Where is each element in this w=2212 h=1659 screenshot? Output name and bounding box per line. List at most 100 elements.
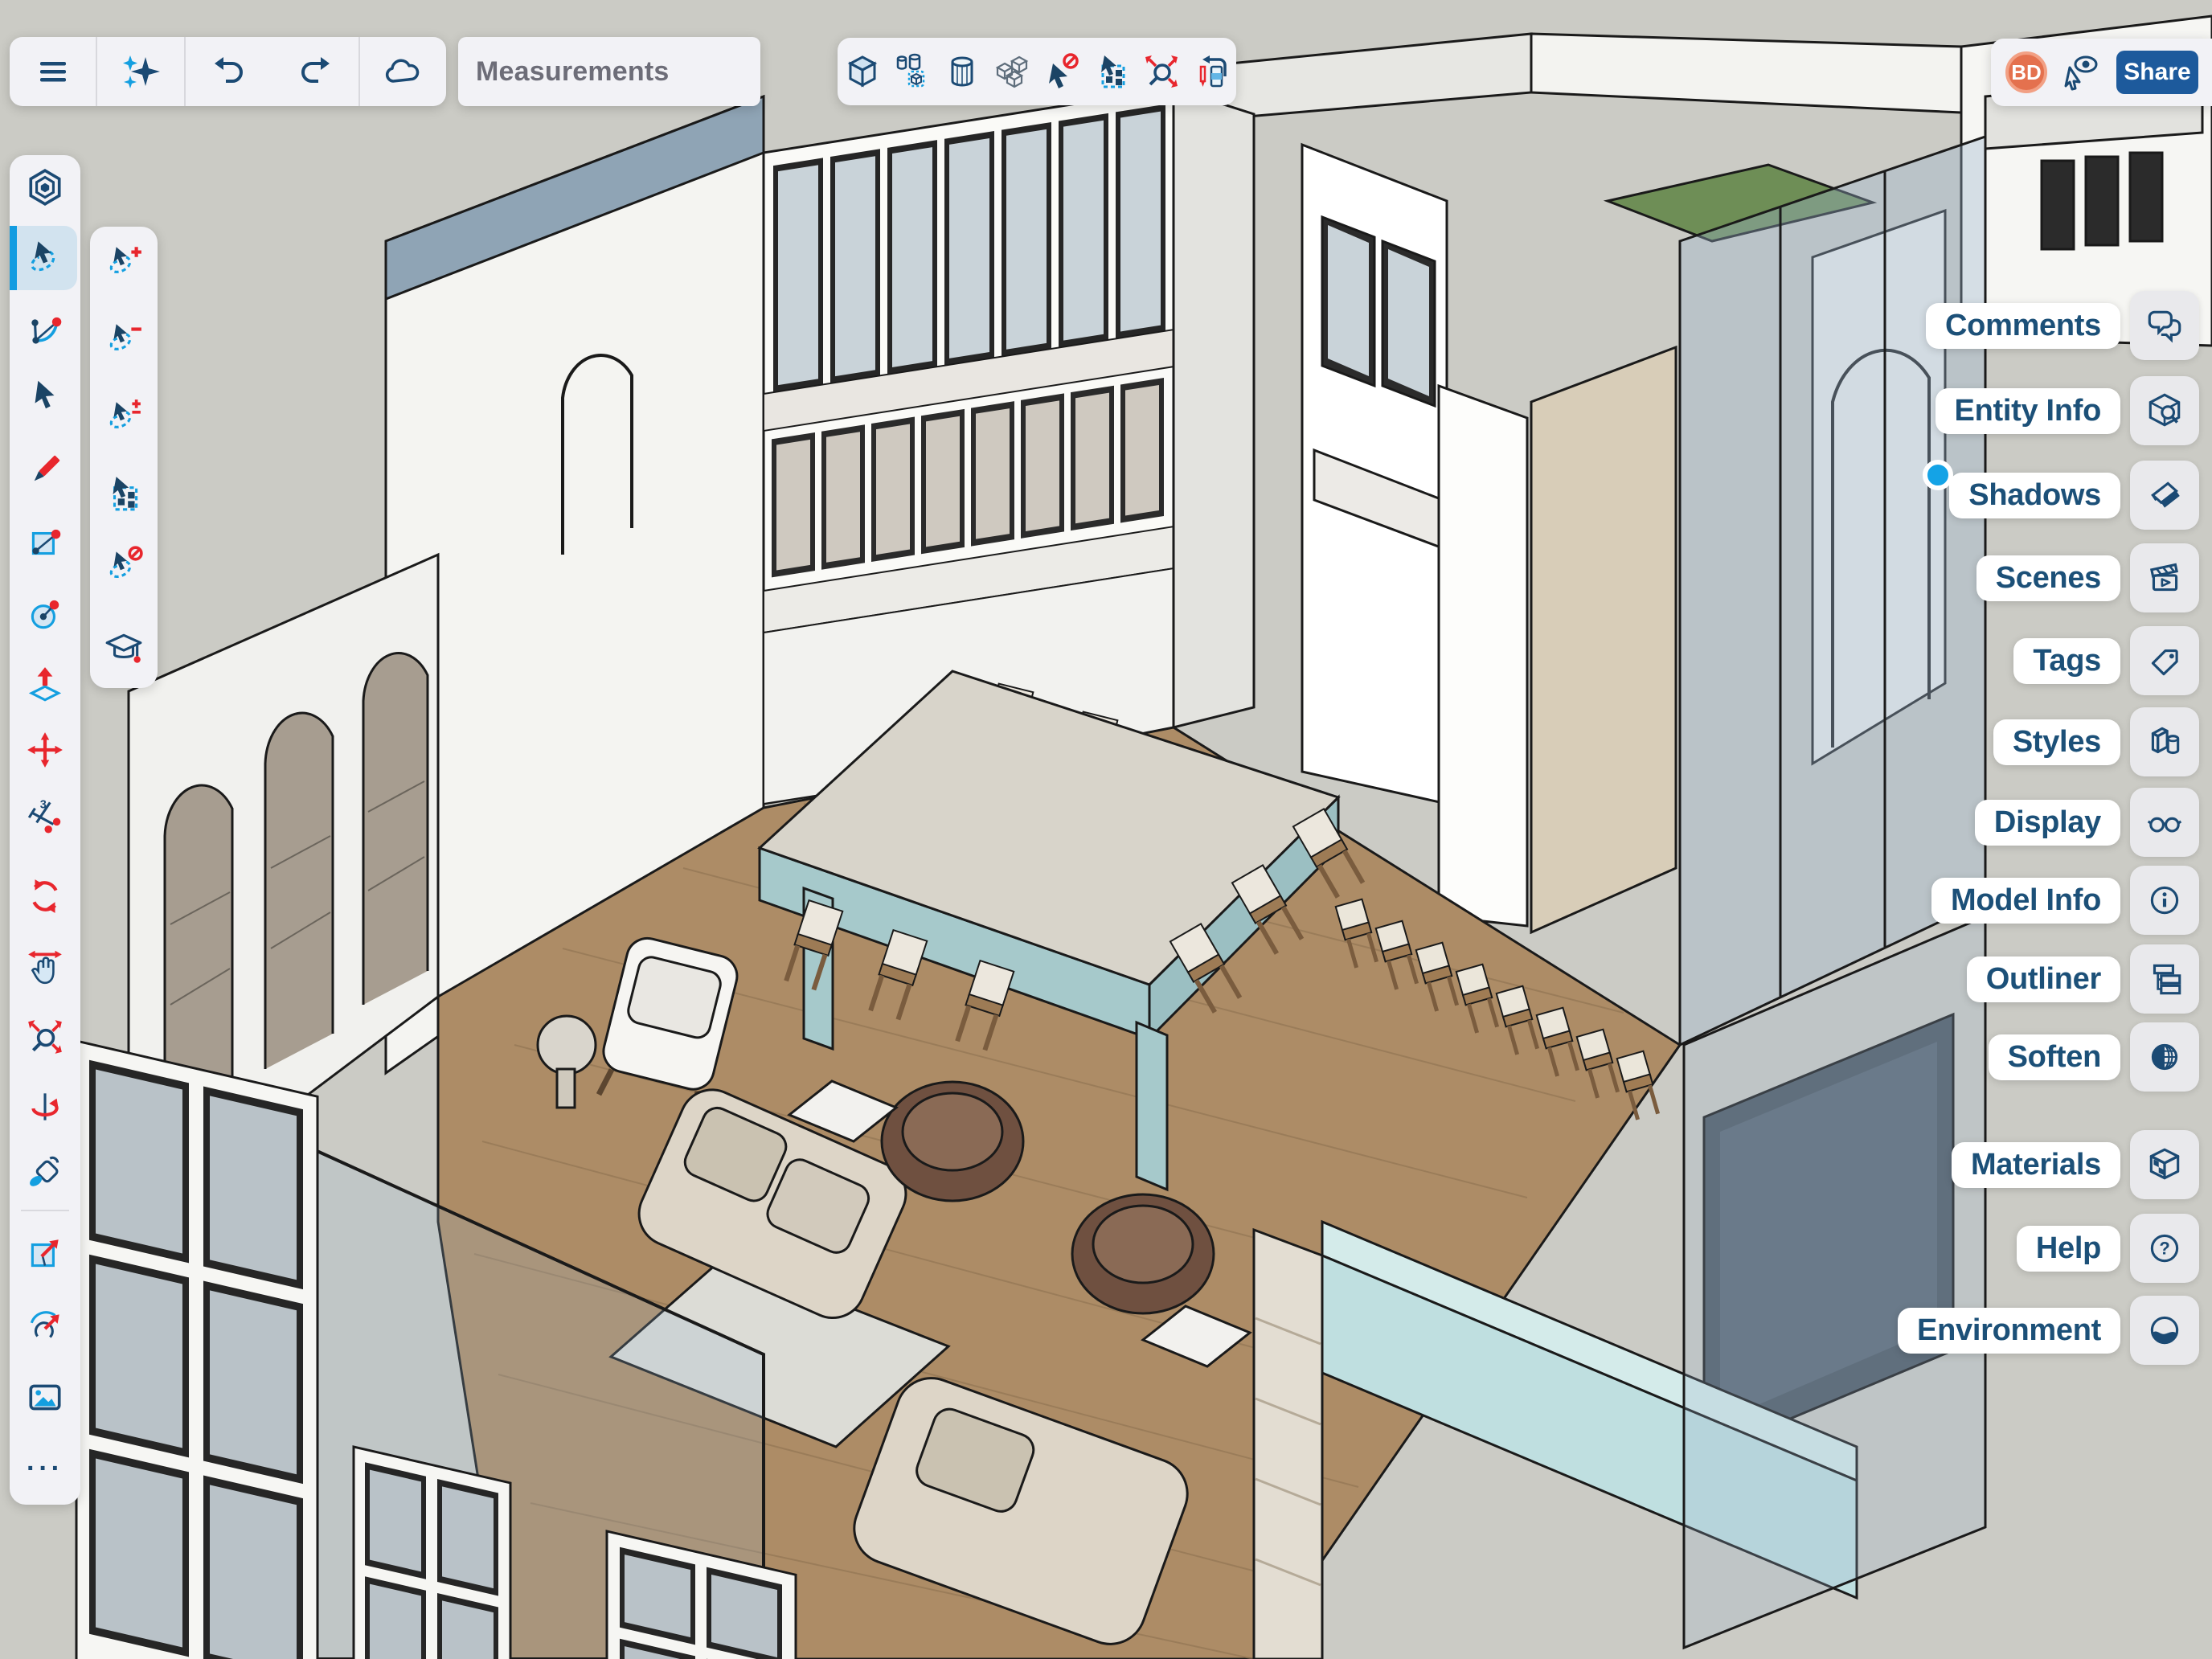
entity-info-icon — [2144, 391, 2185, 431]
redo-button[interactable] — [272, 37, 358, 106]
deselect-cursor-button[interactable] — [1037, 38, 1087, 105]
solid-cylinder-button[interactable] — [937, 38, 987, 105]
panel-row-styles: Styles — [1993, 703, 2199, 780]
make-component-button[interactable] — [887, 38, 937, 105]
more-tools-button[interactable]: ··· — [10, 1443, 80, 1494]
display-button[interactable]: Display — [1975, 800, 2120, 846]
tags-icon-button[interactable] — [2130, 626, 2199, 695]
display-icon-button[interactable] — [2130, 788, 2199, 857]
zoom-selection-icon — [1142, 52, 1181, 91]
scenes-icon-button[interactable] — [2130, 543, 2199, 612]
undo-button[interactable] — [186, 37, 272, 106]
tool-line[interactable] — [10, 444, 80, 496]
tool-scale[interactable] — [10, 1228, 80, 1280]
panel-row-help: Help ? — [2017, 1210, 2199, 1287]
marquee-select-button[interactable] — [90, 468, 158, 519]
entity-info-icon-button[interactable] — [2130, 376, 2199, 445]
lasso-add-icon — [104, 241, 144, 281]
soften-icon — [2144, 1037, 2185, 1077]
outliner-button[interactable]: Outliner — [1967, 956, 2120, 1002]
hamburger-menu-button[interactable] — [10, 37, 96, 106]
lasso-deselect-button[interactable] — [90, 539, 158, 590]
tool-insert-image[interactable] — [10, 1371, 80, 1423]
help-button[interactable]: Help — [2017, 1226, 2120, 1272]
tool-pan[interactable] — [10, 941, 80, 993]
model-info-icon-button[interactable] — [2130, 866, 2199, 935]
environment-icon — [2144, 1310, 2185, 1350]
outliner-icon-button[interactable] — [2130, 944, 2199, 1014]
help-icon-button[interactable]: ? — [2130, 1214, 2199, 1283]
copies-button[interactable] — [987, 38, 1037, 105]
scenes-button[interactable]: Scenes — [1976, 555, 2120, 601]
tool-rectangle[interactable] — [10, 517, 80, 568]
tool-paint-bucket[interactable] — [10, 1148, 80, 1199]
tags-button[interactable]: Tags — [2013, 638, 2120, 684]
lasso-subtract-button[interactable] — [90, 313, 158, 364]
shadows-button[interactable]: Shadows — [1949, 473, 2120, 518]
model-canvas[interactable] — [0, 0, 2212, 1659]
tool-move[interactable] — [10, 724, 80, 776]
xray-box-button[interactable] — [838, 38, 887, 105]
soften-icon-button[interactable] — [2130, 1022, 2199, 1092]
avatar[interactable]: BD — [2005, 51, 2047, 93]
insert-image-icon — [25, 1377, 65, 1417]
shadows-icon — [2144, 475, 2185, 515]
tool-rotate[interactable] — [10, 870, 80, 922]
learn-button[interactable] — [90, 623, 158, 674]
styles-icon — [2144, 722, 2185, 762]
model-info-button[interactable]: Model Info — [1931, 878, 2120, 924]
collaborator-cursor-eye-icon[interactable] — [2060, 51, 2102, 93]
deselect-cursor-icon — [1043, 52, 1081, 91]
tool-home-3d[interactable] — [10, 162, 80, 213]
ai-sparkles-button[interactable] — [97, 37, 183, 106]
svg-text:?: ? — [2159, 1238, 2169, 1258]
materials-button[interactable]: Materials — [1952, 1142, 2120, 1188]
comments-button[interactable]: Comments — [1926, 303, 2120, 349]
environment-button[interactable]: Environment — [1898, 1308, 2120, 1354]
tool-follow-me[interactable] — [10, 1301, 80, 1352]
cloud-icon — [382, 51, 424, 92]
erase-markup-button[interactable] — [1186, 38, 1236, 105]
panel-row-materials: Materials — [1952, 1126, 2199, 1203]
cloud-status-button[interactable] — [360, 37, 446, 106]
solid-cylinder-icon — [943, 52, 981, 91]
select-instances-button[interactable] — [1087, 38, 1137, 105]
shadows-icon-button[interactable] — [2130, 461, 2199, 530]
turntable-icon — [25, 1087, 65, 1127]
environment-icon-button[interactable] — [2130, 1296, 2199, 1365]
materials-icon-button[interactable] — [2130, 1130, 2199, 1199]
tool-turntable[interactable] — [10, 1081, 80, 1133]
zoom-extents-icon — [25, 1017, 65, 1057]
tool-lasso-select[interactable] — [10, 226, 77, 290]
panel-row-shadows: Shadows — [1949, 457, 2199, 534]
marquee-select-icon — [104, 473, 144, 514]
panel-row-display: Display — [1975, 784, 2199, 861]
zoom-selection-button[interactable] — [1137, 38, 1186, 105]
styles-icon-button[interactable] — [2130, 707, 2199, 776]
tool-push-pull[interactable] — [10, 659, 80, 711]
tool-tape-measure[interactable]: 3 — [10, 789, 80, 840]
share-button[interactable]: Share — [2116, 51, 2198, 94]
panel-row-soften: Soften — [1989, 1018, 2199, 1096]
soften-button[interactable]: Soften — [1989, 1034, 2120, 1080]
styles-button[interactable]: Styles — [1993, 719, 2120, 765]
tool-circle[interactable] — [10, 588, 80, 639]
shadows-indicator-dot — [1923, 460, 1953, 490]
comments-icon-button[interactable] — [2130, 291, 2199, 360]
bookcase-unit-center — [354, 1447, 510, 1659]
selected-tool-indicator — [10, 226, 17, 290]
tool-two-point-arc[interactable] — [10, 305, 80, 357]
measurements-input[interactable]: Measurements — [458, 37, 760, 106]
materials-icon — [2144, 1145, 2185, 1185]
lasso-select-icon — [23, 237, 64, 279]
more-tools-label: ··· — [27, 1453, 63, 1485]
tool-select[interactable] — [10, 370, 80, 421]
lasso-add-button[interactable] — [90, 236, 158, 287]
tool-zoom-extents[interactable] — [10, 1011, 80, 1063]
panel-row-outliner: Outliner — [1967, 940, 2199, 1018]
rotate-icon — [25, 876, 65, 916]
lasso-deselect-icon — [104, 544, 144, 584]
make-component-icon — [893, 52, 932, 91]
lasso-toggle-button[interactable] — [90, 391, 158, 442]
entity-info-button[interactable]: Entity Info — [1936, 388, 2120, 434]
